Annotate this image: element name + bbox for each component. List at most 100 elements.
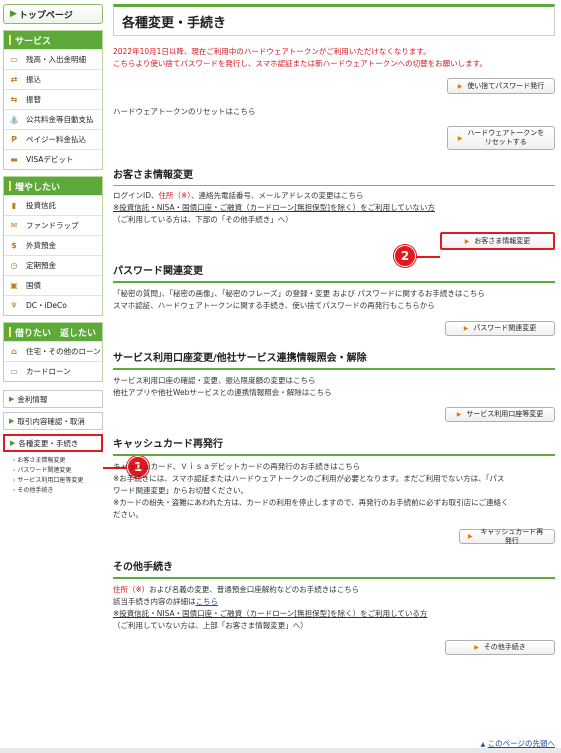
triangle-right-icon: ▶	[468, 533, 473, 540]
subnav-password[interactable]: › パスワード関連変更	[13, 466, 103, 476]
customer-info-desc: ログインID、住所（※）、連絡先電話番号、メールアドレスの変更はこちら	[113, 191, 364, 200]
faucet-icon: ⛲	[9, 115, 19, 124]
section-title-other: その他手続き	[113, 558, 555, 579]
triangle-right-icon: ▶	[10, 439, 16, 447]
cash-card-note-2: ※カードの紛失・盗難にあわれた方は、カードの利用を停止しますので、再発行のお手続…	[113, 498, 509, 519]
triangle-right-icon: ▶	[474, 644, 479, 651]
sidebar-section-header: サービス	[4, 31, 102, 49]
sidebar-section: 借りたい 返したい ⌂ 住宅・その他のローン ▭ カードローン	[3, 322, 103, 382]
subnav-service-account[interactable]: › サービス利用口座等変更	[13, 476, 103, 486]
sidebar-item[interactable]: ▭ 残高・入出金明細	[4, 49, 102, 69]
other-note-2: （ご利用していない方は、上部「お客さま情報変更」へ）	[113, 621, 308, 630]
sidebar-item[interactable]: ▭ カードローン	[4, 361, 102, 381]
other-procedures-button[interactable]: ▶ その他手続き	[445, 640, 555, 655]
bond-icon: ▣	[10, 281, 18, 290]
bullet-icon: ›	[13, 487, 16, 494]
section-title-cash-card: キャッシュカード再発行	[113, 435, 555, 456]
sidebar-item-label: 住宅・その他のローン	[26, 347, 101, 356]
various-changes-link[interactable]: ▶ 各種変更・手続き	[3, 434, 103, 452]
sidebar-item-label: 国債	[26, 281, 41, 290]
transaction-check-link[interactable]: ▶ 取引内容確認・取消	[3, 412, 103, 430]
pay-easy-icon: P	[11, 135, 17, 144]
section-title-customer-info: お客さま情報変更	[113, 166, 555, 186]
sidebar-item-label: 振込	[26, 75, 41, 84]
main-content: 各種変更・手続き 2022年10月1日以降、現在ご利用中のハードウェアトークンが…	[113, 4, 555, 655]
triangle-right-icon: ▶	[463, 325, 469, 332]
hw-token-notice: 2022年10月1日以降、現在ご利用中のハードウェアトークンがご利用いただけなく…	[113, 47, 487, 68]
cash-card-desc: キャッシュカード、Ｖｉｓａデビットカードの再発行のお手続きはこちら	[113, 462, 361, 471]
exchange-icon: ⇆	[10, 95, 18, 104]
sidebar-item-label: 外貨預金	[26, 241, 56, 250]
bullet-icon: ›	[13, 477, 16, 484]
cash-card-reissue-button[interactable]: ▶ キャッシュカード再発行	[459, 528, 555, 545]
sidebar-item[interactable]: ⛲ 公共料金等自動支払	[4, 109, 102, 129]
sidebar-item-label: ファンドラップ	[26, 221, 79, 230]
sidebar-item-label: カードローン	[26, 367, 71, 376]
sidebar-section-header: 増やしたい	[4, 177, 102, 195]
clock-icon: ◷	[10, 261, 18, 270]
sidebar-section: サービス ▭ 残高・入出金明細 ⇄ 振込 ⇆ 振替 ⛲ 公共料金等自動支払 P ペイジー料金払込 ▬ V…	[3, 30, 103, 170]
sidebar-item[interactable]: ▮ 投資信託	[4, 195, 102, 215]
bar-chart-icon: ▮	[11, 201, 17, 210]
service-account-change-button[interactable]: ▶ サービス利用口座等変更	[445, 407, 555, 422]
sidebar-item[interactable]: $ 外貨預金	[4, 235, 102, 255]
top-page-button[interactable]: ▶ トップページ	[3, 4, 103, 24]
sidebar-section: 増やしたい ▮ 投資信託 ✉ ファンドラップ $ 外貨預金 ◷ 定期預金 ▣ 国債 ♆ DC・iDeCo	[3, 176, 103, 316]
subnav-other[interactable]: › その他手続き	[13, 486, 103, 496]
footer-bar	[0, 748, 561, 753]
sidebar-item[interactable]: P ペイジー料金払込	[4, 129, 102, 149]
sidebar-item[interactable]: ◷ 定期預金	[4, 255, 102, 275]
other-desc-1: 住所（※）および名義の変更、普通預金口座解約などのお手続きはこちら	[113, 585, 360, 594]
annotation-connector	[416, 256, 440, 258]
card-icon: ▭	[10, 367, 18, 376]
sidebar-item-label: 定期預金	[26, 261, 56, 270]
house-icon: ⌂	[11, 347, 17, 356]
header-accent-bar	[9, 181, 11, 191]
sidebar-item[interactable]: ▣ 国債	[4, 275, 102, 295]
hw-reset-text: ハードウェアトークンのリセットはこちら	[113, 107, 256, 116]
section-title-password: パスワード関連変更	[113, 262, 555, 283]
password-desc-1: 「秘密の質問」、「秘密の画像」、「秘密のフレーズ」の登録・変更 および パスワー…	[113, 289, 485, 298]
triangle-right-icon: ▶	[457, 82, 463, 90]
page-title: 各種変更・手続き	[113, 4, 555, 36]
header-accent-bar	[9, 327, 11, 337]
bullet-icon: ›	[13, 467, 16, 474]
sidebar-item[interactable]: ⌂ 住宅・その他のローン	[4, 341, 102, 361]
customer-info-change-button[interactable]: ▶ お客さま情報変更	[440, 232, 555, 250]
top-page-label: トップページ	[18, 10, 73, 21]
issue-otp-button[interactable]: ▶ 使い捨てパスワード発行	[447, 78, 555, 94]
interest-rate-link[interactable]: ▶ 金利情報	[3, 390, 103, 408]
gift-icon: ✉	[10, 221, 18, 230]
subnav-customer-info[interactable]: › お客さま情報変更	[13, 456, 103, 466]
debit-card-icon: ▬	[10, 155, 18, 164]
sidebar-item[interactable]: ✉ ファンドラップ	[4, 215, 102, 235]
subnav: › お客さま情報変更 › パスワード関連変更 › サービス利用口座等変更 › その他手続…	[3, 456, 103, 496]
triangle-right-icon: ▶	[9, 395, 15, 403]
customer-info-note: ※投資信託・NISA・国債口座・ご融資（カードローン[無担保型]を除く）をご利用…	[113, 203, 435, 212]
sidebar-item[interactable]: ▬ VISAデビット	[4, 149, 102, 169]
bullet-icon: ›	[13, 457, 16, 464]
sidebar-item-label: 残高・入出金明細	[26, 55, 86, 64]
sidebar-item-label: DC・iDeCo	[26, 301, 67, 310]
triangle-right-icon: ▶	[464, 237, 470, 245]
triangle-right-icon: ▶	[456, 411, 462, 418]
sidebar-item-label: VISAデビット	[26, 155, 74, 164]
chevron-right-icon: ▶	[10, 9, 17, 19]
password-desc-2: スマホ認証、ハードウェアトークンに関する手続き、使い捨てパスワードの再発行もこち…	[113, 301, 435, 310]
sidebar-item-label: 振替	[26, 95, 41, 104]
transfer-icon: ⇄	[10, 75, 18, 84]
service-desc-2: 他社アプリや他社Webサービスとの連携情報照会・解除はこちら	[113, 388, 332, 397]
service-desc-1: サービス利用口座の確認・変更、振込限度額の変更はこちら	[113, 376, 316, 385]
sidebar-item[interactable]: ⇄ 振込	[4, 69, 102, 89]
details-link[interactable]: こちら	[196, 597, 219, 606]
password-change-button[interactable]: ▶ パスワード関連変更	[445, 321, 555, 336]
sidebar-item[interactable]: ♆ DC・iDeCo	[4, 295, 102, 315]
triangle-right-icon: ▶	[457, 134, 463, 142]
sidebar-item-label: ペイジー料金払込	[26, 135, 86, 144]
sidebar-item-label: 投資信託	[26, 201, 56, 210]
sidebar-nav: ▶ トップページ サービス ▭ 残高・入出金明細 ⇄ 振込 ⇆ 振替 ⛲ 公共料金等自動支払 P ペ…	[3, 4, 103, 496]
sidebar-item[interactable]: ⇆ 振替	[4, 89, 102, 109]
dollar-icon: $	[11, 241, 17, 250]
hw-token-reset-button[interactable]: ▶ ハードウェアトークンを リセットする	[447, 126, 555, 150]
other-desc-2: 該当手続き内容の詳細はこちら	[113, 597, 219, 606]
